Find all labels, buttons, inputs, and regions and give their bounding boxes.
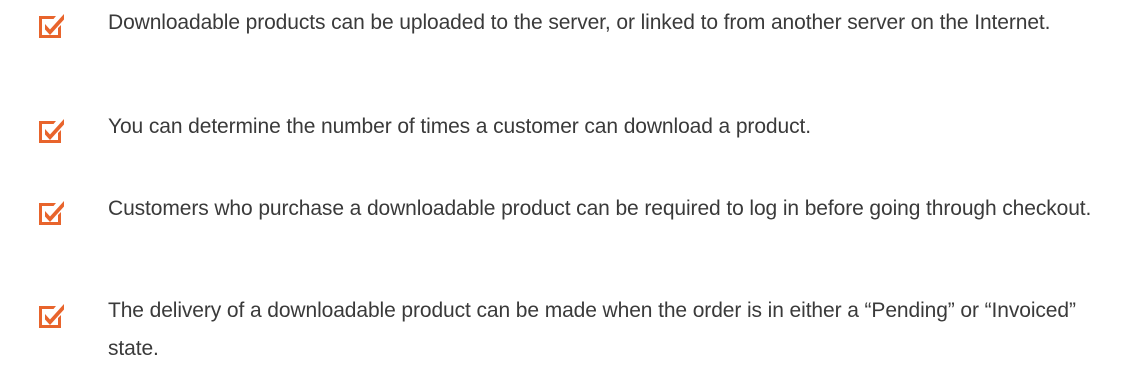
checkbox-checked-icon (36, 301, 66, 331)
checkbox-checked-icon (36, 116, 66, 146)
checkbox-checked-icon (36, 198, 66, 228)
checkbox-checked-icon (36, 11, 66, 41)
checklist-item-text: Downloadable products can be uploaded to… (108, 11, 1051, 34)
checklist-item-text: The delivery of a downloadable product c… (108, 299, 1076, 360)
checklist-item-text: You can determine the number of times a … (108, 115, 811, 138)
feature-checklist: Downloadable products can be uploaded to… (0, 0, 1131, 383)
checklist-item-text: Customers who purchase a downloadable pr… (108, 197, 1092, 220)
